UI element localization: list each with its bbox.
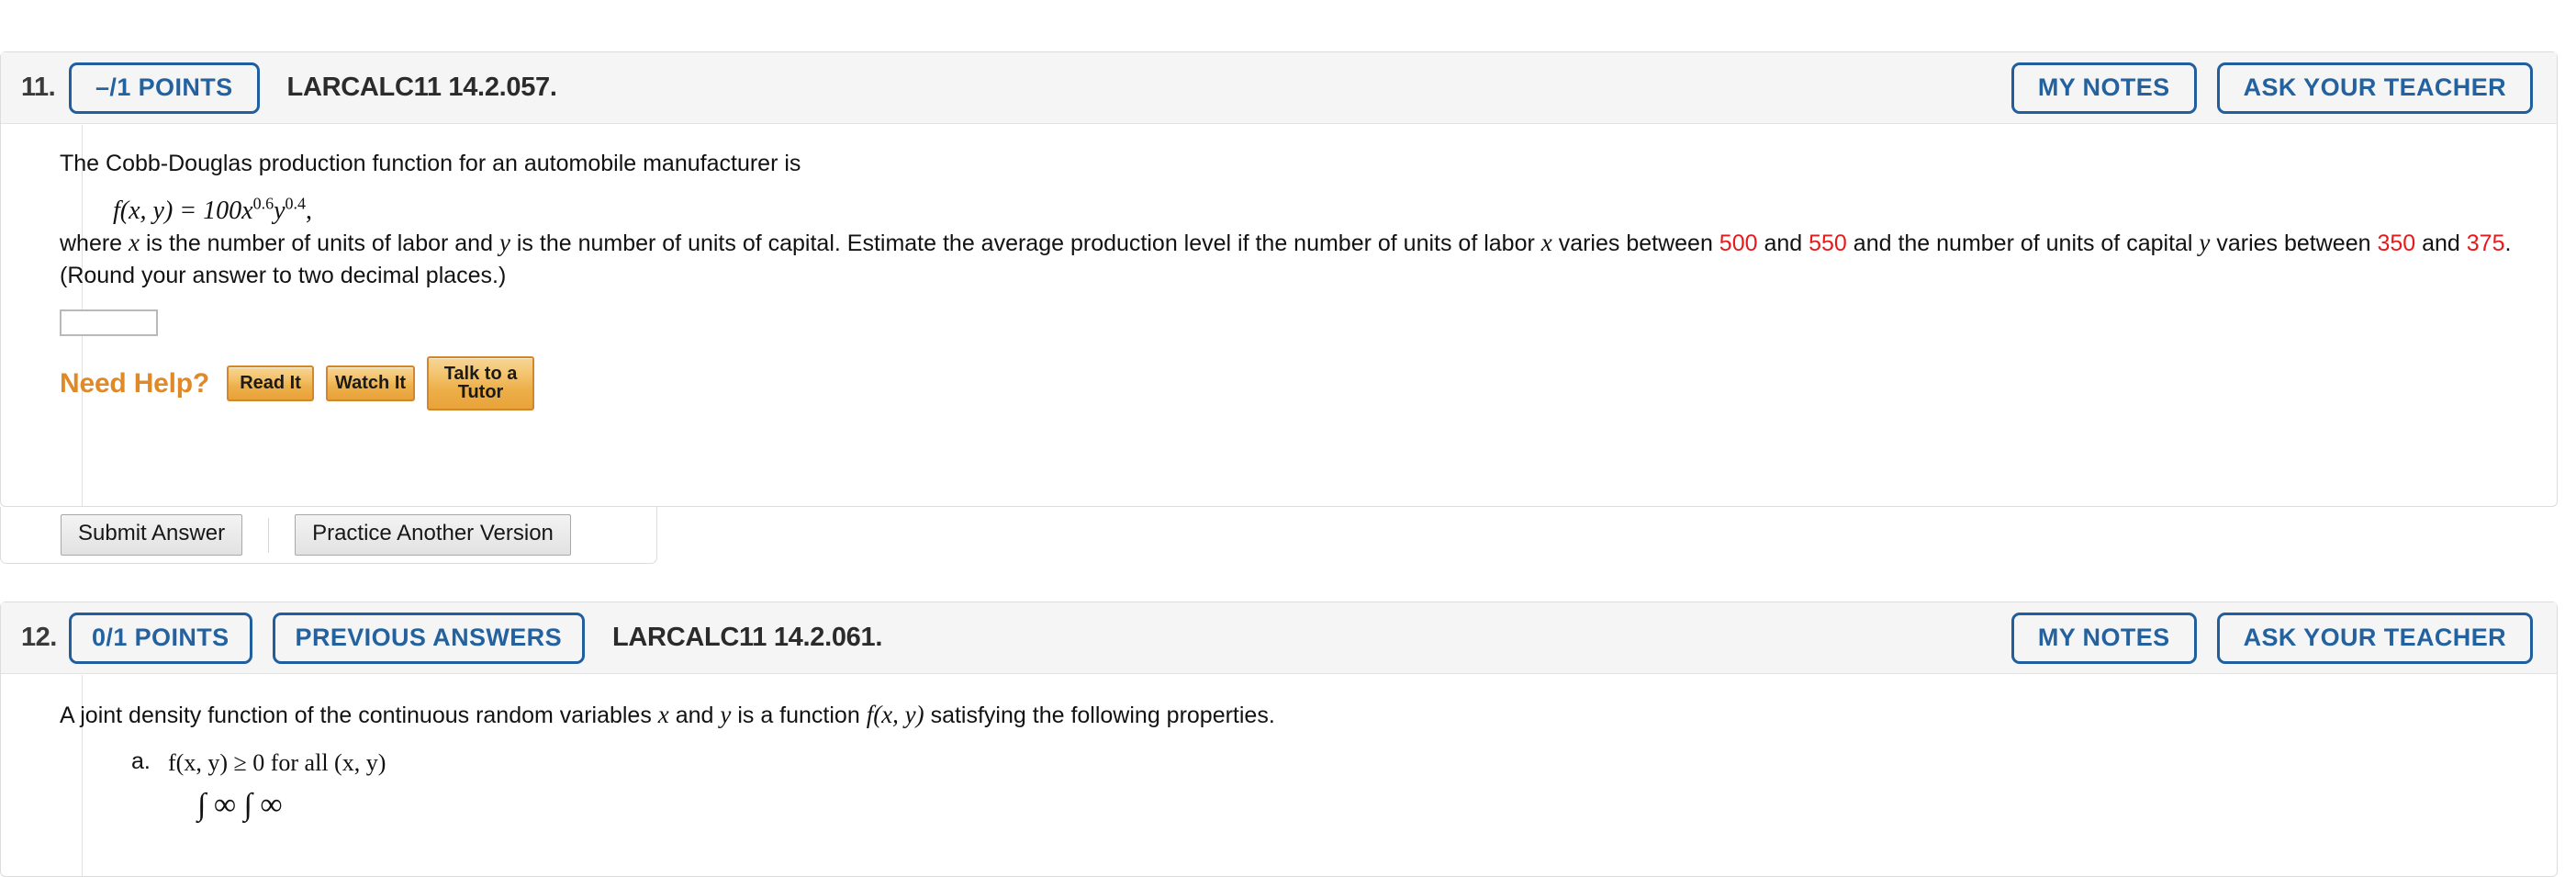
my-notes-button-12[interactable]: MY NOTES: [2010, 612, 2197, 664]
submit-answer-button[interactable]: Submit Answer: [61, 514, 243, 556]
need-help-label: Need Help?: [60, 367, 210, 399]
question-code-12: LARCALC11 14.2.061.: [612, 623, 883, 652]
prompt-var-x: x: [129, 228, 140, 256]
prompt-var-x-2: x: [1540, 228, 1552, 256]
prompt12-seg-d: satisfying the following properties.: [924, 703, 1275, 728]
prompt-var-y: y: [498, 228, 510, 256]
formula-lhs: f(x, y) = 100x: [113, 196, 253, 225]
prompt12-seg-c: is a function: [731, 703, 867, 728]
prompt-seg-c: is the number of units of capital. Estim…: [510, 230, 1541, 256]
answer-input-11[interactable]: [60, 309, 158, 337]
prompt12-var-x: x: [657, 701, 669, 728]
prompt-intro-11: The Cobb-Douglas production function for…: [60, 151, 801, 176]
prompt-and-1: and: [1757, 230, 1809, 256]
prompt-seg-b: is the number of units of labor and: [140, 230, 499, 256]
question-body-11: The Cobb-Douglas production function for…: [1, 124, 2557, 411]
submit-divider: [268, 517, 270, 553]
points-badge-12[interactable]: 0/1 POINTS: [69, 612, 252, 664]
question-body-12: A joint density function of the continuo…: [1, 674, 2557, 821]
ask-your-teacher-button-12[interactable]: ASK YOUR TEACHER: [2216, 612, 2533, 664]
question-header-12: 12. 0/1 POINTS PREVIOUS ANSWERS LARCALC1…: [1, 602, 2557, 674]
prompt-body-11: where x is the number of units of labor …: [60, 226, 2529, 292]
prompt12-function: f(x, y): [866, 701, 924, 728]
list-item: a. f(x, y) ≥ 0 for all (x, y): [131, 747, 2529, 779]
list-item-marker: a.: [131, 748, 151, 775]
prompt-seg-d: varies between: [1551, 230, 1719, 256]
range-y-min: 350: [2377, 230, 2416, 256]
prompt-seg-a: where: [60, 230, 129, 256]
prompt12-seg-b: and: [668, 703, 721, 728]
prompt-and-2: and: [2415, 230, 2467, 256]
prompt12-var-y: y: [720, 701, 732, 728]
prompt12-seg-a: A joint density function of the continuo…: [60, 703, 658, 728]
question-number: 11.: [21, 73, 56, 102]
previous-answers-button-12[interactable]: PREVIOUS ANSWERS: [272, 612, 585, 664]
formula-mid: y: [274, 196, 286, 225]
formula-tail: ,: [306, 196, 313, 225]
range-x-min: 500: [1719, 230, 1758, 256]
question-code-11: LARCALC11 14.2.057.: [286, 73, 557, 102]
properties-list-12: a. f(x, y) ≥ 0 for all (x, y): [60, 747, 2529, 779]
double-integral-partial: ∫ ∞ ∫ ∞: [197, 788, 283, 823]
formula-exponent-2: 0.4: [285, 194, 307, 213]
prompt-seg-e: and the number of units of capital: [1846, 230, 2200, 256]
need-help-row-11: Need Help? Read It Watch It Talk to a Tu…: [60, 356, 2529, 411]
question-card-12: 12. 0/1 POINTS PREVIOUS ANSWERS LARCALC1…: [0, 602, 2558, 877]
ask-your-teacher-button-11[interactable]: ASK YOUR TEACHER: [2216, 62, 2533, 114]
range-y-max: 375: [2466, 230, 2505, 256]
prompt-seg-f: varies between: [2210, 230, 2378, 256]
question-number-12: 12.: [21, 623, 57, 652]
read-it-button[interactable]: Read It: [227, 365, 315, 402]
formula-exponent-1: 0.6: [252, 194, 274, 213]
my-notes-button-11[interactable]: MY NOTES: [2010, 62, 2197, 114]
practice-another-version-button[interactable]: Practice Another Version: [295, 514, 571, 556]
submit-bar-11: Submit Answer Practice Another Version: [0, 507, 657, 564]
cobb-douglas-formula: f(x, y) = 100x0.6y0.4,: [113, 194, 2529, 226]
prompt-body-12: A joint density function of the continuo…: [60, 698, 2529, 732]
header-actions-11: MY NOTES ASK YOUR TEACHER: [2010, 62, 2533, 114]
points-badge-11[interactable]: –/1 POINTS: [69, 62, 260, 114]
list-item-text: f(x, y) ≥ 0 for all (x, y): [168, 749, 386, 777]
question-card-11: 11. –/1 POINTS LARCALC11 14.2.057. MY NO…: [0, 51, 2558, 564]
question-header-11: 11. –/1 POINTS LARCALC11 14.2.057. MY NO…: [1, 52, 2557, 124]
header-actions-12: MY NOTES ASK YOUR TEACHER: [2010, 612, 2533, 664]
prompt-var-y-2: y: [2199, 228, 2211, 256]
watch-it-button[interactable]: Watch It: [326, 365, 416, 402]
range-x-max: 550: [1809, 230, 1847, 256]
talk-to-a-tutor-button[interactable]: Talk to a Tutor: [427, 356, 535, 411]
